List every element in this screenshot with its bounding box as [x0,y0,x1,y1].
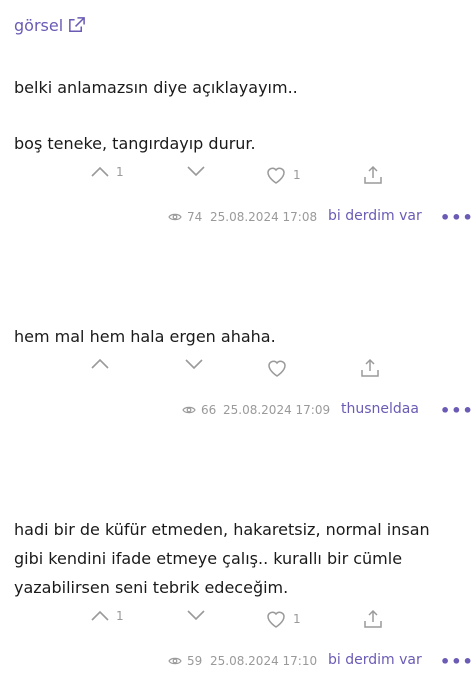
entry-actions [0,358,473,386]
upvote-icon [91,358,109,369]
share-button[interactable] [363,609,383,629]
entry-text-line: belki anlamazsın diye açıklayayım.. [14,78,298,97]
entry-author[interactable]: thusneldaa [341,401,419,417]
heart-icon [268,360,286,377]
entry-text-line: hadi bir de küfür etmeden, hakaretsiz, n… [14,520,430,539]
gorsel-label: görsel [14,16,64,35]
view-count: 59 [168,654,202,668]
entry-text-line: hem mal hem hala ergen ahaha. [14,327,276,346]
view-count-value: 66 [201,403,217,417]
share-icon [364,165,382,184]
entry-date[interactable]: 25.08.2024 17:10 [210,654,317,668]
entry-date[interactable]: 25.08.2024 17:09 [223,403,330,417]
entry-text-line: yazabilirsen seni tebrik edeceğim. [14,578,289,597]
share-button[interactable] [360,358,380,378]
like-count: 1 [293,168,301,182]
downvote-button[interactable] [184,358,204,370]
entry-text-line: boş teneke, tangırdayıp durur. [14,134,256,153]
downvote-button[interactable] [186,165,206,177]
entry-author[interactable]: bi derdim var [328,208,422,224]
entry-date[interactable]: 25.08.2024 17:08 [210,210,317,224]
downvote-button[interactable] [186,609,206,621]
share-button[interactable] [363,165,383,185]
upvote-button[interactable]: 1 [90,609,124,623]
upvote-icon [91,166,109,177]
upvote-button[interactable]: 1 [90,165,124,179]
upvote-count: 1 [116,165,124,179]
downvote-icon [187,166,205,177]
upvote-count: 1 [116,609,124,623]
entry-meta: 66 25.08.2024 17:09 thusneldaa ••• [0,401,473,423]
entry-text-line: gibi kendini ifade etmeye çalış.. kurall… [14,549,403,568]
like-button[interactable] [266,358,294,378]
gorsel-link[interactable]: görsel [14,16,86,35]
view-count: 74 [168,210,202,224]
entry-meta: 59 25.08.2024 17:10 bi derdim var ••• [0,652,473,674]
view-count-value: 74 [187,210,203,224]
eye-icon [168,657,182,665]
upvote-icon [91,610,109,621]
like-button[interactable]: 1 [265,609,301,629]
view-count: 66 [182,403,216,417]
downvote-icon [187,610,205,621]
share-icon [361,358,379,377]
entry-meta: 74 25.08.2024 17:08 bi derdim var ••• [0,208,473,230]
heart-icon [267,167,285,184]
external-link-icon [69,17,86,32]
entry-actions: 1 1 [0,165,473,193]
more-icon[interactable]: ••• [440,401,473,420]
eye-icon [168,213,182,221]
entry-actions: 1 1 [0,609,473,637]
entry-author[interactable]: bi derdim var [328,652,422,668]
eye-icon [182,406,196,414]
like-button[interactable]: 1 [265,165,301,185]
more-icon[interactable]: ••• [440,208,473,227]
view-count-value: 59 [187,654,203,668]
downvote-icon [185,359,203,370]
share-icon [364,609,382,628]
more-icon[interactable]: ••• [440,652,473,671]
upvote-button[interactable] [90,358,116,370]
like-count: 1 [293,612,301,626]
heart-icon [267,611,285,628]
